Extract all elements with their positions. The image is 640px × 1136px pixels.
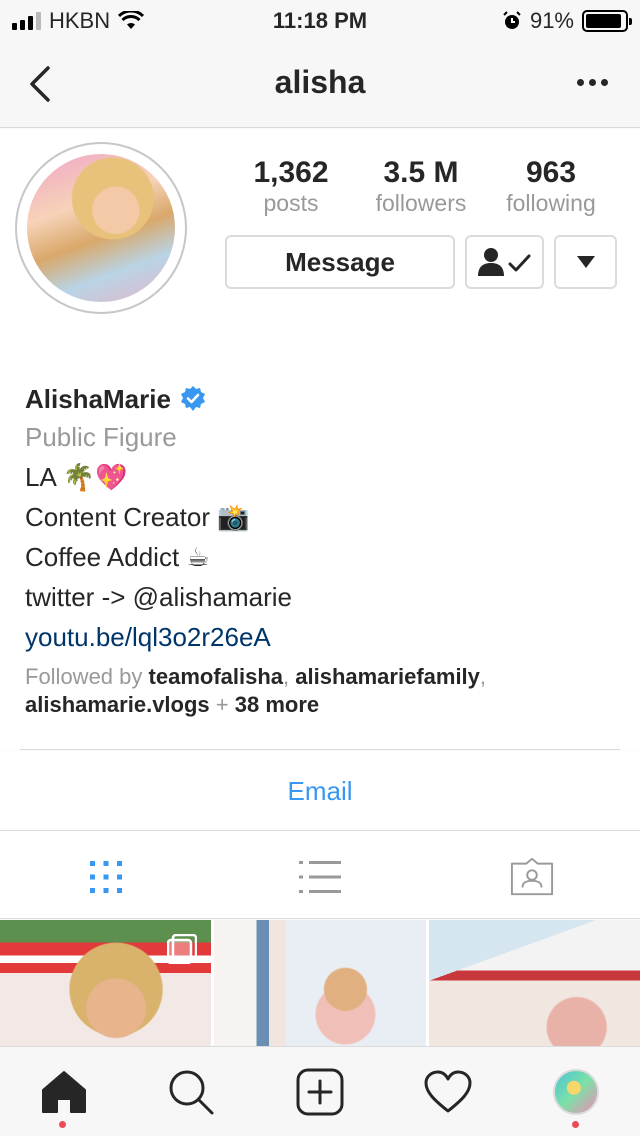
battery-icon [582, 10, 632, 32]
profile-avatar-ring[interactable] [15, 142, 187, 314]
home-icon [42, 1071, 86, 1113]
profile-actions: Message [225, 235, 617, 289]
tab-new-post[interactable] [295, 1067, 345, 1117]
profile-category: Public Figure [25, 422, 177, 452]
name-row: AlishaMarie [25, 381, 625, 417]
stat-posts-value: 1,362 [253, 156, 329, 189]
bio-line-location: LA 🌴💖 [25, 462, 128, 492]
activity-heart-icon [424, 1070, 472, 1113]
stat-followers-value: 3.5 M [383, 156, 459, 189]
stat-following[interactable]: 963 following [486, 157, 616, 217]
followed-by-user: teamofalisha [148, 664, 284, 689]
verified-badge-icon [180, 386, 205, 411]
alarm-icon [503, 11, 521, 29]
status-right: 91% [502, 8, 632, 34]
post-thumbnail[interactable] [214, 920, 426, 1046]
post-thumbnail[interactable] [0, 920, 212, 1046]
profile-bio: AlishaMarie Public Figure LA 🌴💖 Content … [25, 381, 625, 719]
following-button[interactable] [465, 235, 544, 289]
multiple-photos-icon [167, 934, 198, 964]
notification-dot [572, 1121, 579, 1128]
profile-stats: 1,362 posts 3.5 M followers 963 followin… [226, 157, 616, 217]
list-icon [299, 861, 341, 893]
following-person-check-icon [477, 248, 530, 276]
followed-by-separator: , [479, 664, 487, 689]
profile-website-link[interactable]: youtu.be/lql3o2r26eA [25, 617, 625, 657]
stat-following-label: following [506, 190, 596, 216]
status-bar: HKBN 11:18 PM 91% [0, 0, 640, 40]
suggestions-dropdown-button[interactable] [554, 235, 617, 289]
followed-by-more: 38 more [234, 692, 320, 717]
profile-name: AlishaMarie [25, 383, 171, 414]
profile-avatar [27, 154, 175, 302]
followed-by-user: alishamariefamily [295, 664, 480, 689]
followed-by-user: alishamarie.vlogs [25, 692, 210, 717]
stat-followers[interactable]: 3.5 M followers [356, 157, 486, 217]
tab-search[interactable] [166, 1067, 216, 1117]
tab-profile[interactable] [551, 1067, 601, 1117]
message-button[interactable]: Message [225, 235, 455, 289]
grid-tab[interactable] [84, 855, 128, 899]
post-thumbnail[interactable] [428, 920, 640, 1046]
profile-view-tabs [0, 831, 640, 919]
bio-line-hobby: Coffee Addict ☕ [25, 542, 210, 572]
notification-dot [59, 1121, 66, 1128]
tab-home[interactable] [39, 1067, 89, 1117]
page-title: alisha [274, 64, 366, 100]
profile-header: 1,362 posts 3.5 M followers 963 followin… [0, 129, 640, 750]
new-post-icon [296, 1068, 344, 1116]
search-icon [169, 1070, 214, 1115]
tab-activity[interactable] [423, 1067, 473, 1117]
profile-avatar-icon [553, 1069, 599, 1115]
triangle-down-icon [576, 256, 595, 268]
email-button[interactable]: Email [0, 751, 640, 831]
followed-by-prefix: Followed by [25, 664, 149, 689]
stat-following-value: 963 [525, 156, 577, 189]
tagged-photos-icon [510, 857, 554, 896]
grid-icon [90, 861, 122, 893]
navigation-bar: alisha [0, 40, 640, 128]
bio-line-twitter: twitter -> @alishamarie [25, 582, 292, 612]
tagged-tab[interactable] [510, 855, 554, 899]
followed-by[interactable]: Followed by teamofalisha, alishamariefam… [25, 663, 625, 719]
followed-by-separator: , [283, 664, 296, 689]
stat-posts-label: posts [263, 190, 319, 216]
stat-followers-label: followers [375, 190, 467, 216]
section-divider [20, 749, 620, 750]
followed-by-plus: + [209, 692, 235, 717]
photo-grid [0, 920, 640, 1046]
bio-line-occupation: Content Creator 📸 [25, 502, 250, 532]
stat-posts[interactable]: 1,362 posts [226, 157, 356, 217]
bottom-tab-bar [0, 1046, 640, 1136]
list-tab[interactable] [298, 855, 342, 899]
battery-percent: 91% [529, 8, 574, 33]
more-dots-icon[interactable] [572, 72, 612, 92]
